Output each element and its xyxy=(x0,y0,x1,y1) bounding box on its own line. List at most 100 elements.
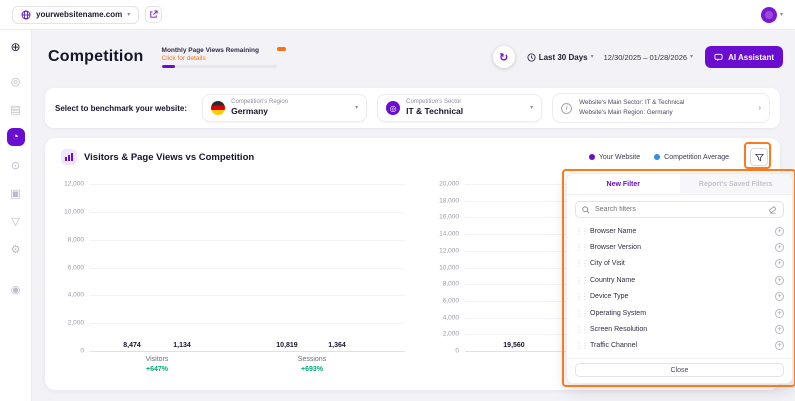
y-axis-tick: 4,000 xyxy=(68,292,84,299)
gridline xyxy=(90,295,405,296)
chevron-down-icon: ▾ xyxy=(690,54,693,60)
y-axis-tick: 12,000 xyxy=(439,247,459,254)
drag-handle-icon[interactable]: ⋮⋮ xyxy=(575,292,584,301)
sidebar-icon-goals[interactable]: ⊙ xyxy=(7,156,25,174)
region-dropdown[interactable]: Competition's Region Germany ▾ xyxy=(202,94,367,122)
add-filter-icon[interactable]: + xyxy=(775,341,784,350)
y-axis-tick: 6,000 xyxy=(443,297,459,304)
filter-item-label: Browser Name xyxy=(590,228,636,235)
chart-legend: Your Website Competition Average xyxy=(589,154,729,161)
y-axis-tick: 0 xyxy=(455,348,459,355)
period-selector[interactable]: Last 30 Days ▾ xyxy=(527,53,594,62)
add-filter-icon[interactable]: + xyxy=(775,259,784,268)
sidebar-icon-reports[interactable]: ▤ xyxy=(7,100,25,118)
drag-handle-icon[interactable]: ⋮⋮ xyxy=(575,309,584,318)
filter-item-country-name[interactable]: ⋮⋮ Country Name + xyxy=(575,272,784,288)
chevron-down-icon: ▾ xyxy=(127,12,130,18)
sidebar-icon-screens[interactable]: ▣ xyxy=(7,184,25,202)
filter-item-city-of-visit[interactable]: ⋮⋮City of Visit+ xyxy=(575,256,784,272)
chat-icon xyxy=(714,53,723,62)
add-filter-icon[interactable]: + xyxy=(775,276,784,285)
add-filter-icon[interactable]: + xyxy=(775,227,784,236)
search-input[interactable] xyxy=(595,206,763,213)
chevron-down-icon: ▾ xyxy=(355,105,358,111)
sidebar-icon-overview[interactable]: ⊕ xyxy=(7,38,25,56)
filter-item-traffic-channel[interactable]: ⋮⋮Traffic Channel+ xyxy=(575,338,784,354)
bar-value-label: 1,134 xyxy=(173,342,191,349)
filter-item-browser-version[interactable]: ⋮⋮ Browser Version + xyxy=(575,239,784,255)
sidebar-icon-analytics-active[interactable]: ◔ xyxy=(7,128,25,146)
ai-assistant-button[interactable]: AI Assistant xyxy=(705,46,783,68)
website-sector-line: Website's Main Sector: IT & Technical xyxy=(579,99,684,106)
chevron-down-icon[interactable]: ▾ xyxy=(780,12,783,18)
add-filter-icon[interactable]: + xyxy=(775,292,784,301)
drag-handle-icon[interactable]: ⋮⋮ xyxy=(575,227,584,236)
chart-title: Visitors & Page Views vs Competition xyxy=(84,152,254,163)
quota-label: Monthly Page Views Remaining xyxy=(162,47,292,54)
info-icon: i xyxy=(561,103,572,114)
drag-handle-icon[interactable]: ⋮⋮ xyxy=(575,259,584,268)
user-avatar[interactable] xyxy=(761,7,777,23)
y-axis-tick: 18,000 xyxy=(439,197,459,204)
website-region-line: Website's Main Region: Germany xyxy=(579,109,672,116)
drag-handle-icon[interactable]: ⋮⋮ xyxy=(575,243,584,252)
legend-label: Competition Average xyxy=(664,154,729,161)
add-filter-icon[interactable]: + xyxy=(775,243,784,252)
quota-details-link[interactable]: Click for details xyxy=(162,55,292,62)
sector-dropdown[interactable]: ◎ Competition's Sector IT & Technical ▾ xyxy=(377,94,542,122)
y-axis-tick: 10,000 xyxy=(64,208,84,215)
filter-item-label: Device Type xyxy=(590,293,628,300)
quota-progress-fill xyxy=(162,65,176,68)
y-axis-tick: 10,000 xyxy=(439,264,459,271)
legend-your-website: Your Website xyxy=(589,154,640,161)
sidebar-icon-profile[interactable]: ◉ xyxy=(7,280,25,298)
close-button[interactable]: Close xyxy=(575,363,784,377)
app-screen: yourwebsitename.com ▾ ▾ ⊕ ◎ ▤ ◔ ⊙ ▣ ▽ ⚙ … xyxy=(0,0,795,401)
filter-item-device-type[interactable]: ⋮⋮ Device Type + xyxy=(575,289,784,305)
clear-search-icon[interactable] xyxy=(768,205,777,214)
drag-handle-icon[interactable]: ⋮⋮ xyxy=(575,341,584,350)
germany-flag-icon xyxy=(211,101,225,115)
quota-progress-bar xyxy=(162,65,277,68)
filter-item-label: Browser Version xyxy=(590,244,641,251)
bar-value-label: 8,474 xyxy=(123,342,141,349)
filter-item-screen-resolution[interactable]: ⋮⋮Screen Resolution+ xyxy=(575,321,784,337)
ai-assistant-label: AI Assistant xyxy=(728,53,774,62)
chevron-down-icon: ▾ xyxy=(591,54,594,60)
filter-control: ^ xyxy=(750,148,768,166)
visitors-sessions-chart: 8,474 1,134 10,819 1,364 Visitors Sessio… xyxy=(90,184,405,351)
date-range-selector[interactable]: 12/30/2025 – 01/28/2026 ▾ xyxy=(604,53,693,62)
tab-saved-filters[interactable]: Report's Saved Filters xyxy=(680,174,793,194)
filter-item-operating-system[interactable]: ⋮⋮Operating System+ xyxy=(575,305,784,321)
add-filter-icon[interactable]: + xyxy=(775,309,784,318)
date-range: 12/30/2025 – 01/28/2026 xyxy=(604,53,687,62)
filter-button[interactable] xyxy=(750,148,768,166)
region-dropdown-value: Germany xyxy=(231,106,288,117)
filter-item-label: Country Name xyxy=(590,277,635,284)
benchmark-label: Select to benchmark your website: xyxy=(55,104,192,113)
y-axis-tick: 4,000 xyxy=(443,314,459,321)
search-icon xyxy=(582,206,590,214)
sidebar-icon-settings[interactable]: ⚙ xyxy=(7,240,25,258)
filter-item-browser-name[interactable]: ⋮⋮ Browser Name + xyxy=(575,223,784,239)
sidebar-icon-alerts[interactable]: ▽ xyxy=(7,212,25,230)
gridline xyxy=(90,240,405,241)
y-axis-tick: 0 xyxy=(80,348,84,355)
drag-handle-icon[interactable]: ⋮⋮ xyxy=(575,325,584,334)
filter-panel-footer: Close xyxy=(567,358,792,383)
quota-widget[interactable]: Monthly Page Views Remaining Click for d… xyxy=(162,47,292,68)
sidebar-icon-dashboard[interactable]: ◎ xyxy=(7,72,25,90)
bar-value-label: 19,560 xyxy=(503,342,524,349)
chevron-down-icon: ▾ xyxy=(530,105,533,111)
add-filter-icon[interactable]: + xyxy=(775,325,784,334)
site-selector[interactable]: yourwebsitename.com ▾ xyxy=(12,6,139,24)
drag-handle-icon[interactable]: ⋮⋮ xyxy=(575,276,584,285)
quota-alert-badge xyxy=(277,47,286,51)
website-info-card[interactable]: i Website's Main Sector: IT & Technical … xyxy=(552,93,770,123)
open-site-button[interactable] xyxy=(145,6,162,23)
filter-search xyxy=(575,201,784,218)
site-name: yourwebsitename.com xyxy=(36,10,122,19)
tab-new-filter[interactable]: New Filter xyxy=(567,174,680,194)
refresh-button[interactable]: ↻ xyxy=(493,46,515,68)
x-axis-label-sessions: Sessions xyxy=(298,356,326,363)
